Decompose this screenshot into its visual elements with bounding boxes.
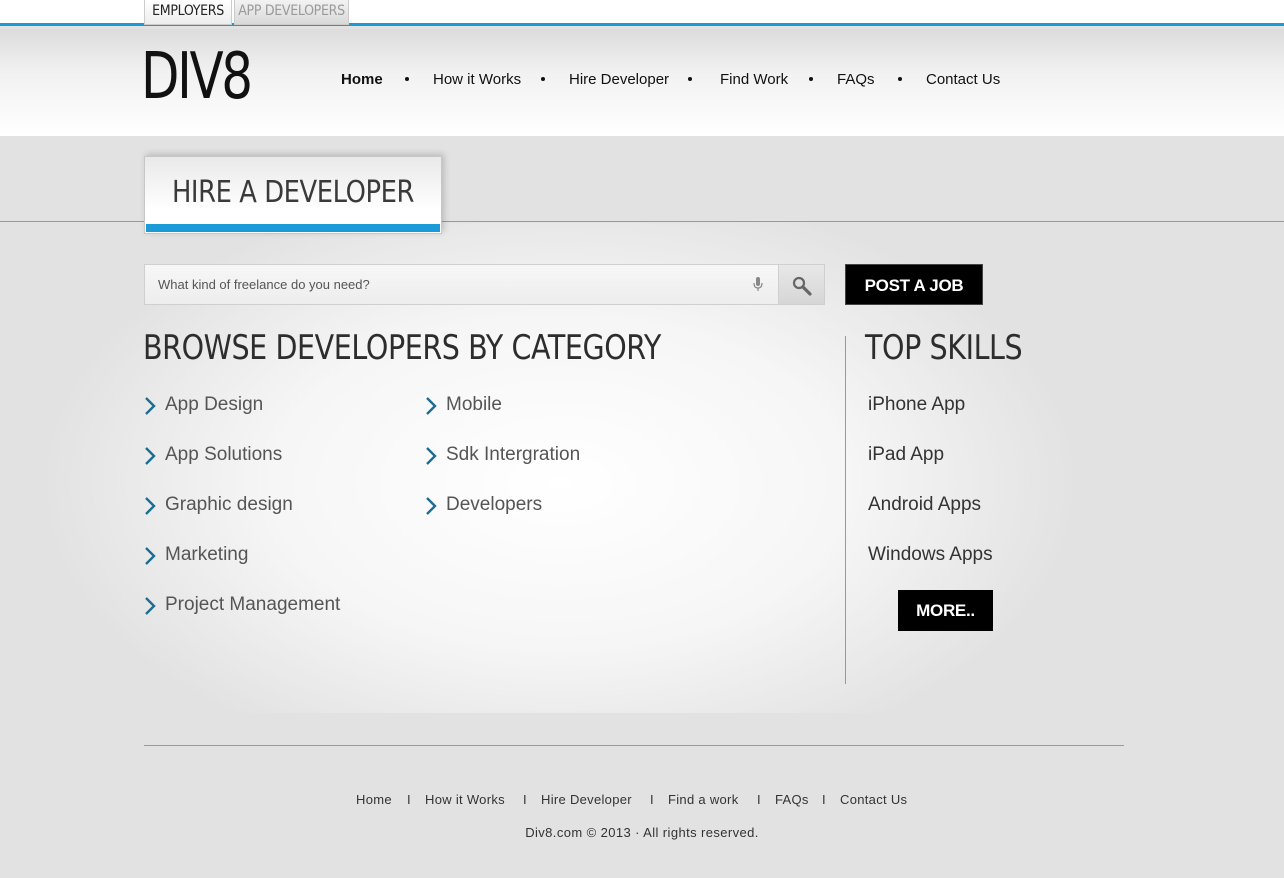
footer-link-contact-us[interactable]: Contact Us <box>840 792 907 807</box>
chevron-right-icon <box>145 597 156 615</box>
title-accent-bar <box>146 224 440 232</box>
nav-separator-dot <box>405 77 409 81</box>
page-title: HIRE A DEVELOPER <box>171 175 415 210</box>
chevron-right-icon <box>145 397 156 415</box>
chevron-right-icon <box>426 497 437 515</box>
nav-separator-dot <box>809 77 813 81</box>
copyright: Div8.com © 2013 · All rights reserved. <box>525 825 759 840</box>
skill-ipad-app[interactable]: iPad App <box>868 444 944 466</box>
category-label: Graphic design <box>165 494 293 515</box>
post-a-job-button[interactable]: POST A JOB <box>845 264 983 305</box>
skill-iphone-app[interactable]: iPhone App <box>868 394 965 416</box>
category-label: Marketing <box>165 544 249 565</box>
footer-link-how-it-works[interactable]: How it Works <box>425 792 505 807</box>
column-divider <box>845 336 846 684</box>
browse-heading: BROWSE DEVELOPERS BY CATEGORY <box>143 328 661 368</box>
nav-how-it-works[interactable]: How it Works <box>433 71 521 88</box>
category-label: Project Management <box>165 594 341 615</box>
nav-separator-dot <box>688 77 692 81</box>
category-label: App Design <box>165 394 264 415</box>
microphone-icon[interactable] <box>753 277 767 295</box>
footer-link-home[interactable]: Home <box>356 792 392 807</box>
skill-windows-apps[interactable]: Windows Apps <box>868 544 993 566</box>
footer-link-find-a-work[interactable]: Find a work <box>668 792 739 807</box>
footer-divider <box>144 745 1124 746</box>
search-bar <box>144 264 825 305</box>
nav-contact-us[interactable]: Contact Us <box>926 71 1000 88</box>
footer-separator: I <box>523 792 527 807</box>
chevron-right-icon <box>426 447 437 465</box>
chevron-right-icon <box>145 547 156 565</box>
chevron-right-icon <box>426 397 437 415</box>
page-title-tab: HIRE A DEVELOPER <box>144 156 442 234</box>
nav-separator-dot <box>898 77 902 81</box>
top-tab-strip: EMPLOYERS APP DEVELOPERS <box>0 0 1284 26</box>
footer-link-hire-developer[interactable]: Hire Developer <box>541 792 632 807</box>
category-label: App Solutions <box>165 444 283 465</box>
nav-separator-dot <box>541 77 545 81</box>
category-label: Developers <box>446 494 543 515</box>
nav-find-work[interactable]: Find Work <box>720 71 788 88</box>
category-label: Mobile <box>446 394 502 415</box>
category-label: Sdk Intergration <box>446 444 581 465</box>
top-skills-heading: TOP SKILLS <box>865 328 1023 368</box>
chevron-right-icon <box>145 497 156 515</box>
search-input[interactable] <box>145 265 745 304</box>
search-button[interactable] <box>778 264 825 305</box>
site-header: DIV8 Home How it Works Hire Developer Fi… <box>0 29 1284 136</box>
more-skills-button[interactable]: MORE.. <box>898 590 993 631</box>
footer-nav: Home I How it Works I Hire Developer I F… <box>0 792 1284 810</box>
nav-hire-developer[interactable]: Hire Developer <box>569 71 669 88</box>
site-logo[interactable]: DIV8 <box>141 45 253 109</box>
tab-employers[interactable]: EMPLOYERS <box>144 0 232 25</box>
nav-home[interactable]: Home <box>341 71 383 88</box>
footer-separator: I <box>757 792 761 807</box>
footer-separator: I <box>407 792 411 807</box>
footer-separator: I <box>822 792 826 807</box>
skill-android-apps[interactable]: Android Apps <box>868 494 981 516</box>
chevron-right-icon <box>145 447 156 465</box>
footer-separator: I <box>650 792 654 807</box>
footer-link-faqs[interactable]: FAQs <box>775 792 809 807</box>
nav-faqs[interactable]: FAQs <box>837 71 875 88</box>
tab-app-developers[interactable]: APP DEVELOPERS <box>234 0 349 25</box>
